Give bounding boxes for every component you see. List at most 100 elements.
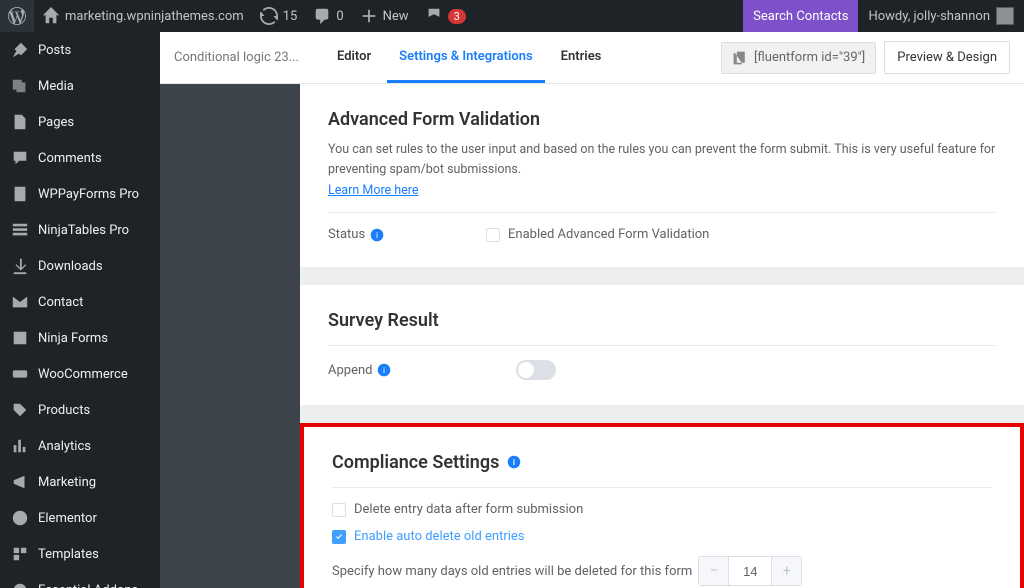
tab-settings[interactable]: Settings & Integrations: [387, 33, 545, 83]
append-switch[interactable]: [516, 360, 556, 380]
menu-label: Comments: [38, 151, 102, 166]
user-menu[interactable]: Howdy, jolly-shannon: [858, 0, 1024, 32]
compliance-title: Compliance Settings i: [332, 452, 992, 473]
menu-templates[interactable]: Templates: [0, 536, 160, 572]
divider: [328, 212, 996, 213]
delete-after-submit-checkbox[interactable]: [332, 503, 346, 517]
tab-editor[interactable]: Editor: [325, 33, 383, 83]
woo-icon: [11, 365, 29, 383]
notifications[interactable]: 3: [417, 0, 474, 32]
status-row: Status i Enabled Advanced Form Validatio…: [328, 227, 996, 242]
top-actions: [fluentform id="39"] Preview & Design: [721, 41, 1010, 74]
panel-area[interactable]: Advanced Form Validation You can set rul…: [300, 84, 1024, 588]
shortcode-copy[interactable]: [fluentform id="39"]: [721, 42, 876, 74]
chart-icon: [11, 437, 29, 455]
advanced-desc: You can set rules to the user input and …: [328, 140, 996, 180]
admin-bar-right: Search Contacts Howdy, jolly-shannon: [743, 0, 1024, 32]
menu-label: Analytics: [38, 439, 91, 454]
admin-menu: Posts Media Pages Comments WPPayForms Pr…: [0, 32, 160, 588]
menu-label: Media: [38, 79, 74, 94]
product-icon: [11, 401, 29, 419]
auto-delete-row: Enable auto delete old entries: [332, 529, 992, 544]
info-icon[interactable]: i: [507, 455, 521, 469]
updates-count: 15: [283, 9, 298, 24]
form-name[interactable]: Conditional logic 23...: [174, 50, 299, 65]
auto-delete-label: Enable auto delete old entries: [354, 529, 525, 544]
menu-label: Ninja Forms: [38, 331, 108, 346]
home-icon: [42, 7, 60, 25]
tabs: Editor Settings & Integrations Entries: [325, 33, 613, 83]
menu-label: Essential Addons: [38, 583, 138, 588]
learn-more-link[interactable]: Learn More here: [328, 183, 419, 198]
content: Conditional logic 23... Editor Settings …: [160, 32, 1024, 588]
menu-analytics[interactable]: Analytics: [0, 428, 160, 464]
menu-label: Marketing: [38, 475, 96, 490]
svg-text:i: i: [376, 230, 378, 240]
preview-button[interactable]: Preview & Design: [884, 41, 1010, 74]
delete-after-submit-label: Delete entry data after form submission: [354, 502, 583, 517]
auto-delete-checkbox[interactable]: [332, 530, 346, 544]
refresh-icon: [260, 7, 278, 25]
menu-ninjaforms[interactable]: Ninja Forms: [0, 320, 160, 356]
menu-downloads[interactable]: Downloads: [0, 248, 160, 284]
svg-text:i: i: [383, 366, 385, 376]
wp-admin-bar: marketing.wpninjathemes.com 15 0 New 3 S…: [0, 0, 1024, 32]
menu-label: NinjaTables Pro: [38, 223, 129, 238]
compliance-card: Compliance Settings i Delete entry data …: [300, 423, 1024, 588]
pin-icon: [11, 41, 29, 59]
advanced-validation-card: Advanced Form Validation You can set rul…: [300, 84, 1024, 267]
menu-comments[interactable]: Comments: [0, 140, 160, 176]
tab-entries[interactable]: Entries: [549, 33, 614, 83]
increment-button[interactable]: +: [771, 557, 801, 585]
new-label: New: [383, 9, 409, 24]
menu-label: Pages: [38, 115, 74, 130]
days-input[interactable]: [729, 557, 771, 585]
comments[interactable]: 0: [305, 0, 351, 32]
status-text: Status: [328, 227, 365, 242]
wp-logo[interactable]: [0, 0, 34, 32]
menu-label: Products: [38, 403, 90, 418]
flag-icon: [425, 7, 443, 25]
menu-pages[interactable]: Pages: [0, 104, 160, 140]
menu-contact[interactable]: Contact: [0, 284, 160, 320]
menu-marketing[interactable]: Marketing: [0, 464, 160, 500]
compliance-title-text: Compliance Settings: [332, 452, 499, 473]
new-content[interactable]: New: [352, 0, 417, 32]
divider: [328, 345, 996, 346]
info-icon[interactable]: i: [377, 363, 391, 377]
comments-count: 0: [336, 9, 343, 24]
media-icon: [11, 77, 29, 95]
menu-wppayforms[interactable]: WPPayForms Pro: [0, 176, 160, 212]
menu-label: Posts: [38, 43, 71, 58]
menu-products[interactable]: Products: [0, 392, 160, 428]
menu-posts[interactable]: Posts: [0, 32, 160, 68]
advanced-title: Advanced Form Validation: [328, 109, 996, 130]
enable-validation-checkbox[interactable]: [486, 228, 500, 242]
doc-icon: [11, 185, 29, 203]
menu-label: WPPayForms Pro: [38, 187, 139, 202]
ea-icon: [11, 581, 29, 588]
menu-ninjatables[interactable]: NinjaTables Pro: [0, 212, 160, 248]
site-name[interactable]: marketing.wpninjathemes.com: [34, 0, 252, 32]
decrement-button[interactable]: −: [699, 557, 729, 585]
menu-media[interactable]: Media: [0, 68, 160, 104]
enable-validation-label: Enabled Advanced Form Validation: [508, 227, 709, 242]
append-label: Append i: [328, 363, 508, 378]
menu-elementor[interactable]: Elementor: [0, 500, 160, 536]
specify-label: Specify how many days old entries will b…: [332, 564, 692, 579]
menu-label: Templates: [38, 547, 99, 562]
status-label: Status i: [328, 227, 478, 242]
updates[interactable]: 15: [252, 0, 306, 32]
days-stepper: − +: [698, 556, 802, 586]
divider: [332, 487, 992, 488]
download-icon: [11, 257, 29, 275]
admin-bar-left: marketing.wpninjathemes.com 15 0 New 3: [0, 0, 474, 32]
menu-woocommerce[interactable]: WooCommerce: [0, 356, 160, 392]
info-icon[interactable]: i: [370, 228, 384, 242]
search-contacts-button[interactable]: Search Contacts: [743, 0, 858, 32]
settings-subnav: [160, 84, 300, 588]
mail-icon: [11, 293, 29, 311]
menu-essential-addons[interactable]: Essential Addons: [0, 572, 160, 588]
plus-icon: [360, 7, 378, 25]
notification-badge: 3: [448, 9, 466, 24]
